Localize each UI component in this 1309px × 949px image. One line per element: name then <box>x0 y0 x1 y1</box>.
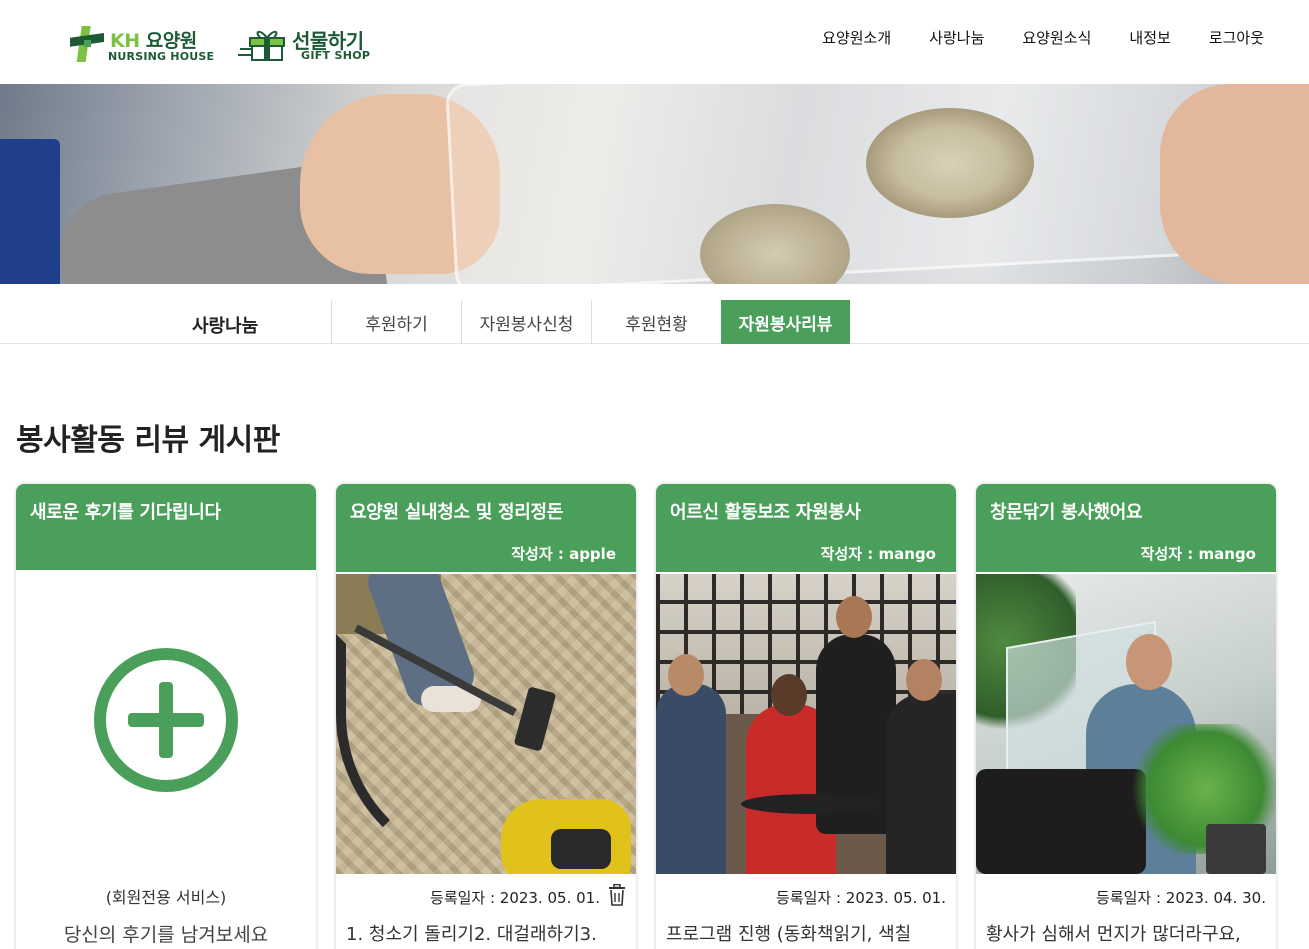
card-author: 작성자 : apple <box>511 545 616 563</box>
main-nav: 요양원소개 사랑나눔 요양원소식 내정보 로그아웃 <box>803 27 1264 48</box>
review-card[interactable]: 요양원 실내청소 및 정리정돈 작성자 : apple 등록일자 : 2023.… <box>336 484 636 949</box>
card-header: 어르신 활동보조 자원봉사 작성자 : mango <box>656 484 956 572</box>
new-review-card[interactable]: 새로운 후기를 기다립니다 (회원전용 서비스) 당신의 후기를 남겨보세요 <box>16 484 316 949</box>
site-header: KH 요양원 NURSING HOUSE 선물하기 GIFT SHOP 요양원소… <box>0 0 1309 84</box>
kh-logo-title: KH 요양원 <box>110 30 197 52</box>
card-excerpt: 1. 청소기 돌리기2. 대걸래하기3. <box>346 924 597 945</box>
write-review-prompt[interactable]: 당신의 후기를 남겨보세요 <box>16 920 316 947</box>
card-excerpt: 프로그램 진행 (동화책읽기, 색칠 <box>666 924 912 945</box>
nav-my-info[interactable]: 내정보 <box>1110 27 1189 48</box>
nav-news[interactable]: 요양원소식 <box>1003 27 1110 48</box>
nav-logout[interactable]: 로그아웃 <box>1190 27 1264 48</box>
hero-banner-image <box>0 84 1309 284</box>
card-author: 작성자 : mango <box>1140 545 1256 563</box>
card-title: 요양원 실내청소 및 정리정돈 <box>350 502 564 523</box>
review-photo-window <box>976 574 1276 874</box>
card-date: 등록일자 : 2023. 05. 01. <box>776 889 946 907</box>
card-title: 새로운 후기를 기다립니다 <box>30 502 221 523</box>
tab-donate[interactable]: 후원하기 <box>331 300 461 344</box>
trash-icon[interactable] <box>608 883 626 906</box>
cross-logo-icon <box>70 26 104 62</box>
card-date: 등록일자 : 2023. 04. 30. <box>1096 889 1266 907</box>
tab-volunteer-review[interactable]: 자원봉사리뷰 <box>721 300 850 344</box>
nav-about[interactable]: 요양원소개 <box>803 27 910 48</box>
review-photo-vacuum <box>336 574 636 874</box>
card-title: 어르신 활동보조 자원봉사 <box>670 502 861 523</box>
gift-logo-subtitle: GIFT SHOP <box>301 49 371 62</box>
kh-logo-subtitle: NURSING HOUSE <box>108 50 215 63</box>
review-card[interactable]: 어르신 활동보조 자원봉사 작성자 : mango 등록일자 : 2023. 0… <box>656 484 956 949</box>
card-author: 작성자 : mango <box>820 545 936 563</box>
review-photo-cafe <box>656 574 956 874</box>
review-card-list: 새로운 후기를 기다립니다 (회원전용 서비스) 당신의 후기를 남겨보세요 요… <box>16 484 1276 949</box>
tab-donation-status[interactable]: 후원현황 <box>591 300 721 344</box>
sub-tabs: 후원하기 자원봉사신청 후원현황 자원봉사리뷰 <box>331 300 850 344</box>
card-excerpt: 황사가 심해서 먼지가 많더라구요, <box>986 924 1241 945</box>
tab-volunteer-apply[interactable]: 자원봉사신청 <box>461 300 591 344</box>
page-title: 봉사활동 리뷰 게시판 <box>16 423 280 458</box>
section-title: 사랑나눔 <box>192 316 259 337</box>
gift-box-icon <box>238 30 285 61</box>
card-title: 창문닦기 봉사했어요 <box>990 502 1143 523</box>
plus-circle-icon[interactable] <box>92 646 240 794</box>
sub-navigation: 사랑나눔 후원하기 자원봉사신청 후원현황 자원봉사리뷰 <box>0 284 1309 344</box>
card-header: 새로운 후기를 기다립니다 <box>16 484 316 570</box>
card-date: 등록일자 : 2023. 05. 01. <box>430 889 600 907</box>
card-header: 요양원 실내청소 및 정리정돈 작성자 : apple <box>336 484 636 572</box>
review-card[interactable]: 창문닦기 봉사했어요 작성자 : mango 등록일자 : 2023. 04. … <box>976 484 1276 949</box>
card-header: 창문닦기 봉사했어요 작성자 : mango <box>976 484 1276 572</box>
gift-shop-logo[interactable]: 선물하기 GIFT SHOP <box>238 24 378 66</box>
nav-sharing[interactable]: 사랑나눔 <box>910 27 1003 48</box>
kh-nursing-house-logo[interactable]: KH 요양원 NURSING HOUSE <box>68 24 214 66</box>
member-only-label: (회원전용 서비스) <box>105 888 227 907</box>
